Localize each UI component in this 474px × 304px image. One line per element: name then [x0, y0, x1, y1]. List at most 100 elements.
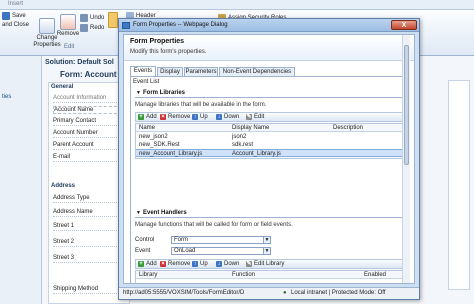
tab-display[interactable]: Display [157, 67, 183, 76]
library-display-name: json2 [232, 134, 247, 140]
form-libraries-section-header[interactable]: ▼ Form Libraries [135, 89, 403, 98]
library-name: new_json2 [139, 134, 168, 140]
handlers-description: Manage functions that will be called for… [135, 222, 293, 228]
add-library-button[interactable]: + Add [138, 113, 157, 121]
control-dropdown[interactable]: Form ▼ [171, 236, 271, 244]
remove-library-button[interactable]: × Remove [160, 113, 190, 121]
left-nav-item[interactable]: ties [2, 94, 11, 100]
arrow-down-icon: ↓ [216, 261, 222, 267]
undo-icon [80, 14, 88, 22]
dialog-status-bar: http://ad05:5555/VOXSIM/Tools/FormEditor… [119, 287, 419, 299]
redo-button[interactable]: Redo [80, 24, 104, 32]
column-header-description[interactable]: Description [333, 125, 363, 131]
handlers-toolbar: + Add × Remove ↑ Up ↓ Down ✎ Edit Librar… [135, 259, 403, 269]
column-header-name[interactable]: Name [139, 125, 155, 131]
libraries-toolbar: + Add × Remove ↑ Up ↓ Down ✎ Edit [135, 112, 403, 122]
column-header-display-name[interactable]: Display Name [232, 125, 269, 131]
events-tab-panel: Event List ▼ Form Libraries Manage libra… [130, 76, 408, 283]
ribbon-tab-insert[interactable]: Insert [8, 1, 23, 7]
column-header-library[interactable]: Library [139, 272, 157, 278]
library-display-name: sdk.rest [232, 142, 254, 148]
dialog-vertical-scrollbar[interactable] [402, 35, 410, 283]
dialog-title-bar[interactable]: Form Properties -- Webpage Dialog X [119, 19, 419, 32]
account-number-field[interactable]: Account Number [53, 130, 127, 138]
remove-icon: × [160, 114, 166, 120]
status-zone: Local intranet | Protected Mode: Off [291, 290, 386, 296]
tab-events[interactable]: Events [130, 66, 156, 76]
event-handlers-section-header[interactable]: ▼ Event Handlers [135, 209, 403, 218]
remove-handler-button[interactable]: × Remove [160, 260, 190, 268]
dialog-title: Form Properties -- Webpage Dialog [133, 22, 228, 28]
tab-parameters[interactable]: Parameters [184, 67, 218, 76]
street-3-field[interactable]: Street 3 [53, 255, 127, 263]
tab-non-event-dependencies[interactable]: Non-Event Dependencies [219, 67, 295, 76]
close-button[interactable]: X [391, 20, 417, 30]
library-row[interactable]: new_json2 json2 [136, 133, 402, 141]
libraries-grid-header: Name Display Name Description [136, 124, 402, 132]
address-type-field[interactable]: Address Type [53, 195, 127, 203]
collapse-triangle-icon: ▼ [136, 210, 141, 216]
address-name-field[interactable]: Address Name [53, 209, 127, 217]
handler-up-button[interactable]: ↑ Up [192, 260, 208, 268]
arrow-up-icon: ↑ [192, 261, 198, 267]
remove-icon [60, 14, 76, 30]
remove-button[interactable]: Remove [57, 14, 79, 38]
handlers-grid: Library Function Enabled [135, 270, 403, 283]
move-up-button[interactable]: ↑ Up [192, 113, 208, 121]
body-button[interactable] [108, 12, 118, 28]
chevron-down-icon: ▼ [263, 248, 270, 254]
column-header-function[interactable]: Function [232, 272, 255, 278]
library-row[interactable]: new_SDK.Rest sdk.rest [136, 141, 402, 149]
remove-icon: × [160, 261, 166, 267]
library-name: new_SDK.Rest [139, 142, 180, 148]
event-dropdown[interactable]: OnLoad ▼ [171, 247, 271, 255]
library-display-name: Account_Library.js [232, 151, 281, 157]
add-icon: + [138, 261, 144, 267]
form-properties-dialog: Form Properties -- Webpage Dialog X Form… [118, 18, 420, 300]
edit-library-handler-button[interactable]: ✎ Edit Library [246, 260, 284, 268]
address-section-heading: Address [51, 183, 76, 189]
move-down-button[interactable]: ↓ Down [216, 113, 239, 121]
redo-icon [80, 24, 88, 32]
handlers-grid-header: Library Function Enabled [136, 271, 402, 279]
dialog-subheading: Modify this form's properties. [130, 49, 207, 55]
general-section-heading: General [51, 84, 74, 90]
status-url: http://ad05:5555/VOXSIM/Tools/FormEditor… [123, 290, 245, 296]
account-name-field[interactable]: Account Name [53, 106, 127, 114]
library-name: new_Account_Library.js [139, 151, 203, 157]
arrow-down-icon: ↓ [216, 114, 222, 120]
shipping-method-field[interactable]: Shipping Method [53, 286, 127, 294]
add-icon: + [138, 114, 144, 120]
and-close-label[interactable]: and Close [2, 22, 29, 28]
email-field[interactable]: E-mail [53, 154, 127, 162]
dialog-heading: Form Properties [130, 38, 185, 45]
edit-library-button[interactable]: ✎ Edit [246, 113, 264, 121]
libraries-grid: Name Display Name Description new_json2 … [135, 123, 403, 159]
scrollbar-thumb[interactable] [404, 45, 409, 165]
intranet-globe-icon: ● [283, 290, 287, 296]
add-handler-button[interactable]: + Add [138, 260, 157, 268]
street-2-field[interactable]: Street 2 [53, 239, 127, 247]
street-1-field[interactable]: Street 1 [53, 223, 127, 231]
arrow-up-icon: ↑ [192, 114, 198, 120]
body-icon [108, 12, 118, 28]
library-row-selected[interactable]: new_Account_Library.js Account_Library.j… [136, 149, 402, 157]
libraries-description: Manage libraries that will be available … [135, 102, 267, 108]
undo-button[interactable]: Undo [80, 14, 104, 22]
save-button[interactable]: Save [2, 12, 26, 20]
edit-icon: ✎ [246, 261, 252, 267]
form-right-column [448, 80, 470, 290]
properties-icon [39, 18, 55, 34]
save-icon [2, 12, 10, 20]
control-label: Control [135, 237, 155, 243]
edit-icon: ✎ [246, 114, 252, 120]
account-information-label: Account Information [53, 95, 127, 103]
event-label: Event [135, 248, 151, 254]
handler-down-button[interactable]: ↓ Down [216, 260, 239, 268]
parent-account-field[interactable]: Parent Account [53, 142, 127, 150]
primary-contact-field[interactable]: Primary Contact [53, 118, 127, 126]
ribbon-tab-strip: Insert [0, 0, 474, 10]
edit-group-label: Edit [64, 44, 75, 50]
column-header-enabled[interactable]: Enabled [364, 272, 386, 278]
chevron-down-icon: ▼ [263, 237, 270, 243]
